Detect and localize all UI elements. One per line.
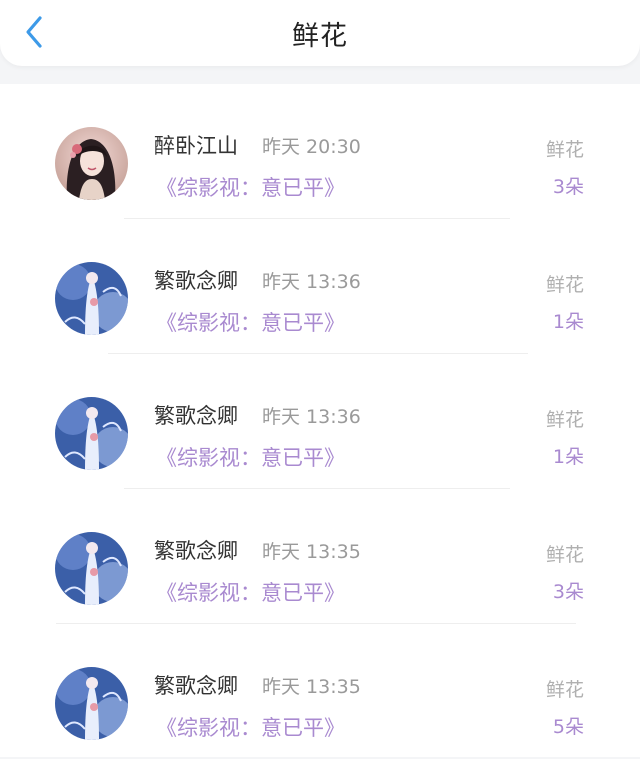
avatar[interactable] bbox=[55, 262, 128, 335]
gift-type: 鲜花 bbox=[545, 274, 584, 296]
user-name: 繁歌念卿 bbox=[154, 539, 238, 563]
user-name: 醉卧江山 bbox=[154, 134, 238, 158]
gift-time: 昨天 13:35 bbox=[262, 676, 361, 698]
list-item[interactable]: 繁歌念卿 昨天 13:35 《综影视：意已平》 鲜花 3朵 bbox=[0, 489, 640, 624]
book-link[interactable]: 《综影视：意已平》 bbox=[156, 712, 345, 742]
page-title: 鲜花 bbox=[292, 21, 348, 52]
user-name: 繁歌念卿 bbox=[154, 404, 238, 428]
list-item[interactable]: 繁歌念卿 昨天 13:36 《综影视：意已平》 鲜花 1朵 bbox=[0, 219, 640, 354]
book-link[interactable]: 《综影视：意已平》 bbox=[156, 172, 345, 202]
avatar[interactable] bbox=[55, 127, 128, 200]
user-name: 繁歌念卿 bbox=[154, 674, 238, 698]
book-link[interactable]: 《综影视：意已平》 bbox=[156, 442, 345, 472]
user-name: 繁歌念卿 bbox=[154, 269, 238, 293]
top-bar: 鲜花 bbox=[0, 0, 640, 66]
book-link[interactable]: 《综影视：意已平》 bbox=[156, 307, 345, 337]
list-item[interactable]: 繁歌念卿 昨天 13:35 《综影视：意已平》 鲜花 5朵 bbox=[0, 624, 640, 759]
gift-type: 鲜花 bbox=[545, 139, 584, 161]
gift-record-list: 醉卧江山 昨天 20:30 《综影视：意已平》 鲜花 3朵 繁歌念卿 昨天 13… bbox=[0, 84, 640, 757]
avatar[interactable] bbox=[55, 667, 128, 740]
gift-count: 1朵 bbox=[552, 446, 584, 468]
book-link[interactable]: 《综影视：意已平》 bbox=[156, 577, 345, 607]
list-item[interactable]: 醉卧江山 昨天 20:30 《综影视：意已平》 鲜花 3朵 bbox=[0, 84, 640, 219]
avatar[interactable] bbox=[55, 532, 128, 605]
gift-time: 昨天 13:35 bbox=[262, 541, 361, 563]
gift-time: 昨天 20:30 bbox=[262, 136, 361, 158]
gift-time: 昨天 13:36 bbox=[262, 271, 361, 293]
avatar[interactable] bbox=[55, 397, 128, 470]
gift-count: 3朵 bbox=[552, 581, 584, 603]
gift-count: 1朵 bbox=[552, 311, 584, 333]
list-item[interactable]: 繁歌念卿 昨天 13:36 《综影视：意已平》 鲜花 1朵 bbox=[0, 354, 640, 489]
gift-type: 鲜花 bbox=[545, 679, 584, 701]
gift-count: 5朵 bbox=[552, 716, 584, 738]
gift-type: 鲜花 bbox=[545, 409, 584, 431]
gift-type: 鲜花 bbox=[545, 544, 584, 566]
gift-time: 昨天 13:36 bbox=[262, 406, 361, 428]
gift-count: 3朵 bbox=[552, 176, 584, 198]
